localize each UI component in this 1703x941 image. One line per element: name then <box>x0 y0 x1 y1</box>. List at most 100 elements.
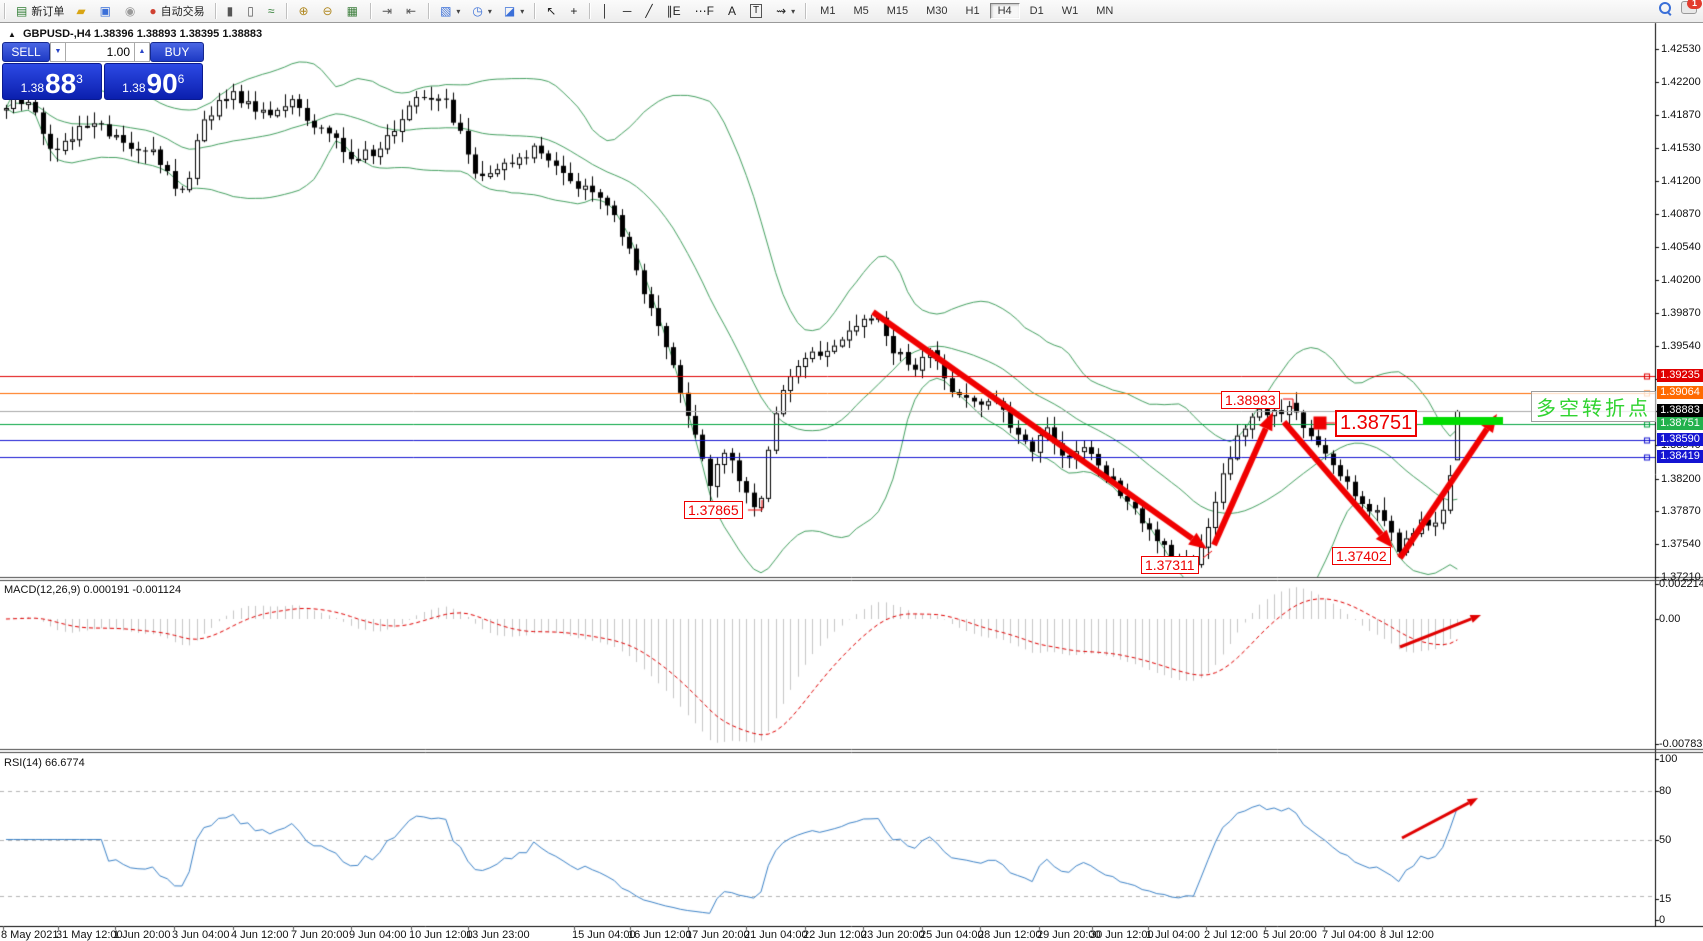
price-annotation-138751[interactable]: 1.38751 <box>1335 410 1417 437</box>
market-window-button[interactable]: ▣ <box>95 1 118 21</box>
zoom-in-button[interactable]: ⊕ <box>293 1 315 21</box>
horizontal-line-button[interactable]: ─ <box>618 1 639 21</box>
chart-title-text: GBPUSD-,H4 1.38396 1.38893 1.38395 1.388… <box>23 28 262 40</box>
equidistant-channel-button[interactable]: ∥E <box>662 1 688 21</box>
date-tick: 1 Jul 04:00 <box>1146 929 1200 941</box>
rsi-tick: 80 <box>1659 785 1671 797</box>
volume-decrease-button[interactable]: ▼ <box>50 42 66 62</box>
rsi-tick: 100 <box>1659 753 1677 765</box>
price-tick: 1.41200 <box>1661 175 1701 187</box>
crosshair-icon: + <box>570 5 577 17</box>
date-tick: 30 Jun 12:00 <box>1090 929 1154 941</box>
trendline-button[interactable]: ╱ <box>640 1 659 21</box>
timeframe-h1[interactable]: H1 <box>958 3 988 19</box>
macd-tick: 0.002214 <box>1659 578 1703 590</box>
price-tag: 1.39064 <box>1657 386 1703 399</box>
date-tick: 8 Jul 12:00 <box>1380 929 1434 941</box>
toolbar-separator <box>4 3 6 19</box>
buy-button[interactable]: BUY <box>150 42 204 62</box>
zoom-out-button[interactable]: ⊖ <box>318 1 340 21</box>
price-tag: 1.38590 <box>1657 433 1703 446</box>
chart-canvas[interactable] <box>0 0 1703 941</box>
date-tick: 4 Jun 12:00 <box>231 929 289 941</box>
price-annotation-137865[interactable]: 1.37865 <box>684 501 743 519</box>
signals-button[interactable]: ◉ <box>120 1 142 21</box>
timeframe-m30[interactable]: M30 <box>918 3 955 19</box>
rsi-indicator-label: RSI(14) 66.6774 <box>4 757 85 769</box>
notifications-icon[interactable]: 1 <box>1681 1 1697 14</box>
chart-shift-button[interactable]: ⇤ <box>401 1 423 21</box>
date-tick: 7 Jul 04:00 <box>1322 929 1376 941</box>
price-tick: 1.42530 <box>1661 43 1701 55</box>
templates-button[interactable]: ◪▾ <box>499 1 529 21</box>
volume-input[interactable] <box>66 42 134 62</box>
fibonacci-icon: ⋯F <box>695 5 714 17</box>
arrows-tool-button[interactable]: ⇝▾ <box>771 1 800 21</box>
buy-price-display[interactable]: 1.38906 <box>104 63 204 100</box>
bar-chart-button[interactable]: ▮ <box>222 1 241 21</box>
toolbar-separator <box>215 3 217 19</box>
fibonacci-button[interactable]: ⋯F <box>690 1 721 21</box>
autotrading-button[interactable]: ●自动交易 <box>144 1 209 21</box>
timeframe-d1[interactable]: D1 <box>1022 3 1052 19</box>
notification-badge: 1 <box>1687 0 1702 9</box>
timeframe-m15[interactable]: M15 <box>879 3 916 19</box>
templates-icon: ◪ <box>504 5 515 17</box>
turning-point-note[interactable]: 多空转折点 <box>1531 391 1656 422</box>
toolbar-separator <box>370 3 372 19</box>
timeframe-h4[interactable]: H4 <box>990 3 1020 19</box>
sell-button[interactable]: SELL <box>2 42 50 62</box>
chevron-down-icon[interactable]: ▾ <box>488 7 492 16</box>
price-tag: 1.38419 <box>1657 450 1703 463</box>
date-tick: 23 Jun 20:00 <box>861 929 925 941</box>
text-icon: A <box>728 5 736 17</box>
candlestick-chart-button[interactable]: ▯ <box>242 1 261 21</box>
new-chart-icon: ▧ <box>440 5 451 17</box>
chevron-down-icon[interactable]: ▾ <box>456 7 460 16</box>
chevron-down-icon[interactable]: ▾ <box>520 7 524 16</box>
highlighter-tool-icon: ▰ <box>76 5 85 17</box>
crosshair-button[interactable]: + <box>565 1 584 21</box>
date-tick: 17 Jun 20:00 <box>686 929 750 941</box>
macd-tick: 0.00 <box>1659 613 1680 625</box>
collapse-triangle-icon[interactable]: ▲ <box>8 30 16 39</box>
chevron-down-icon[interactable]: ▾ <box>791 7 795 16</box>
new-order-button[interactable]: ▤新订单 <box>11 1 69 21</box>
horizontal-line-icon: ─ <box>623 5 632 17</box>
periods-icon: ◷ <box>472 5 482 17</box>
price-annotation-137311[interactable]: 1.37311 <box>1141 556 1199 574</box>
vertical-line-button[interactable]: │ <box>596 1 616 21</box>
timeframe-buttons: M1M5M15M30H1H4D1W1MN <box>811 3 1122 19</box>
search-icon[interactable] <box>1659 2 1671 14</box>
text-label-button[interactable]: T <box>745 1 769 21</box>
date-tick: 13 Jun 23:00 <box>466 929 530 941</box>
line-chart-icon: ≈ <box>268 5 275 17</box>
price-tick: 1.41530 <box>1661 142 1701 154</box>
sell-price-display[interactable]: 1.38883 <box>2 63 102 100</box>
price-tag: 1.38751 <box>1657 417 1703 430</box>
text-button[interactable]: A <box>723 1 743 21</box>
toolbar-separator <box>286 3 288 19</box>
toolbar-separator <box>805 3 807 19</box>
line-chart-button[interactable]: ≈ <box>263 1 282 21</box>
cursor-icon: ↖ <box>546 5 556 17</box>
volume-increase-button[interactable]: ▲ <box>134 42 150 62</box>
date-tick: 25 Jun 04:00 <box>920 929 984 941</box>
tile-windows-button[interactable]: ▦ <box>342 1 365 21</box>
price-annotation-138983[interactable]: 1.38983 <box>1221 391 1280 409</box>
auto-scroll-button[interactable]: ⇥ <box>377 1 399 21</box>
timeframe-w1[interactable]: W1 <box>1054 3 1087 19</box>
timeframe-m5[interactable]: M5 <box>845 3 876 19</box>
candlestick-chart-icon: ▯ <box>247 5 254 17</box>
date-tick: 8 May 2021 <box>1 929 58 941</box>
periods-button[interactable]: ◷▾ <box>467 1 497 21</box>
new-chart-button[interactable]: ▧▾ <box>435 1 465 21</box>
highlighter-tool-button[interactable]: ▰ <box>71 1 92 21</box>
price-annotation-137402[interactable]: 1.37402 <box>1332 547 1391 565</box>
price-tick: 1.37870 <box>1661 505 1701 517</box>
date-tick: 28 Jun 12:00 <box>978 929 1042 941</box>
cursor-button[interactable]: ↖ <box>541 1 563 21</box>
price-tag: 1.38883 <box>1657 404 1703 417</box>
timeframe-mn[interactable]: MN <box>1088 3 1121 19</box>
timeframe-m1[interactable]: M1 <box>812 3 843 19</box>
